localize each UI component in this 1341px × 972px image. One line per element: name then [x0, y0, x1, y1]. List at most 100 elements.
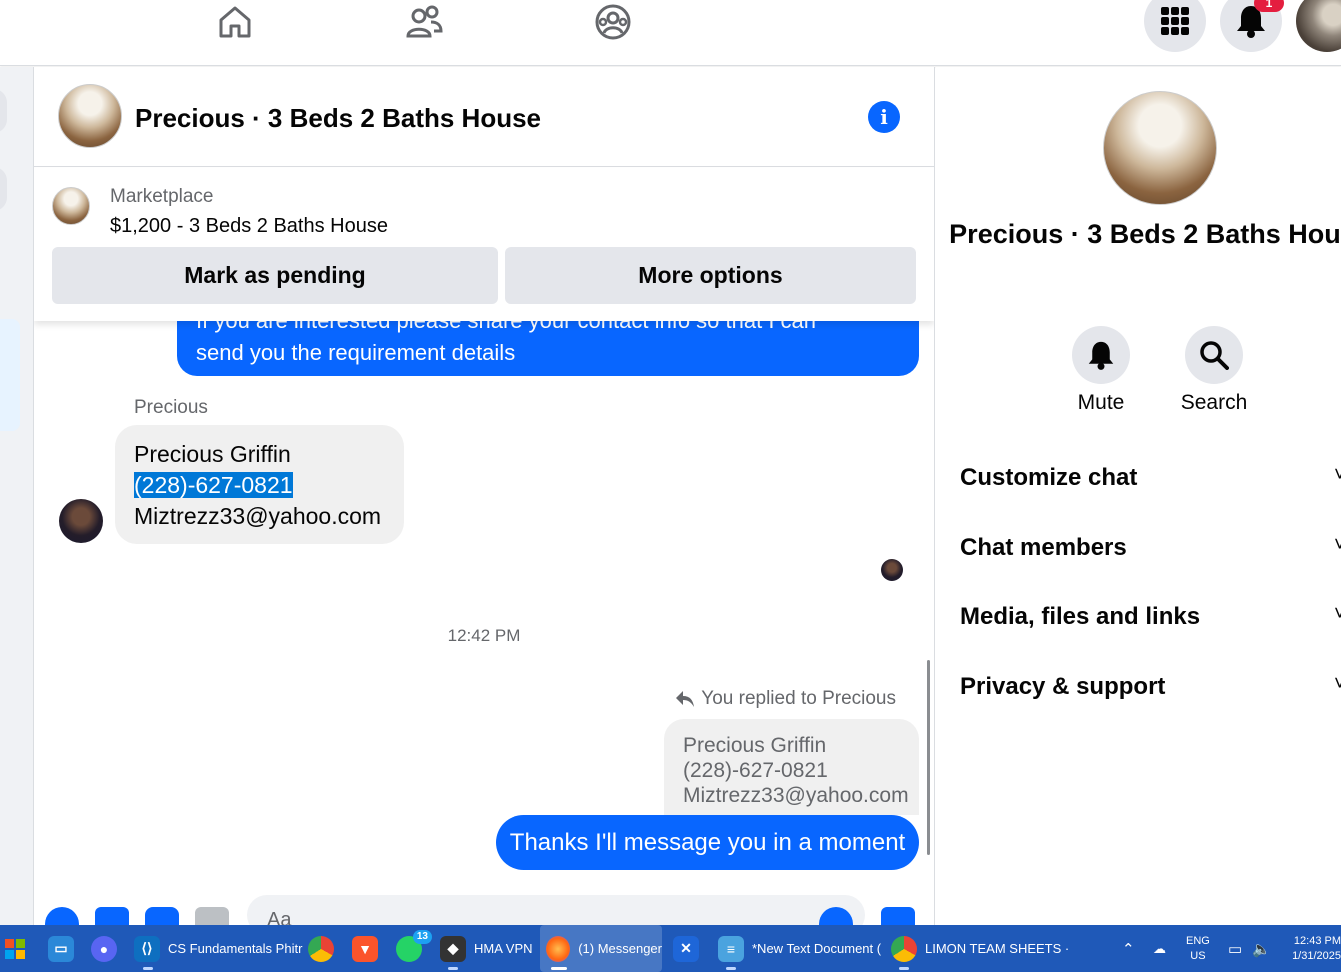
listing-thumbnail[interactable] — [52, 187, 90, 225]
brave-icon: ▼ — [352, 935, 378, 962]
search-icon — [1200, 341, 1229, 370]
chat-list-selected-edge[interactable] — [0, 319, 20, 431]
taskbar-label: (1) Messenger — [578, 941, 662, 956]
message-input[interactable]: Aa — [247, 895, 865, 925]
region-code: US — [1190, 949, 1206, 962]
search-label: Search — [1180, 391, 1248, 414]
reply-arrow-icon — [676, 691, 695, 707]
marketplace-label: Marketplace — [110, 186, 214, 207]
conversation-header: Precious · 3 Beds 2 Baths House i — [34, 67, 934, 167]
groups-icon[interactable] — [593, 2, 633, 42]
windows-icon — [5, 938, 25, 959]
whatsapp-badge: 13 — [412, 929, 432, 944]
discord-button[interactable]: ● — [91, 925, 117, 972]
listing-price[interactable]: $1,200 - 3 Beds 2 Baths House — [110, 215, 388, 238]
composer-bar: Aa — [34, 887, 934, 925]
running-indicator — [448, 967, 458, 970]
chat-list-item-edge[interactable] — [0, 167, 7, 211]
contact-phone[interactable]: (228)-627-0821 — [134, 472, 293, 498]
contact-email[interactable]: Miztrezz33@yahoo.com — [134, 503, 381, 530]
mute-label: Mute — [1077, 391, 1125, 414]
quoted-line: (228)-627-0821 — [683, 759, 828, 782]
start-button[interactable] — [4, 925, 26, 972]
active-indicator — [551, 967, 567, 970]
chrome-button[interactable] — [308, 925, 334, 972]
running-indicator — [726, 967, 736, 970]
info-icon[interactable]: i — [868, 101, 900, 133]
menu-grid-icon — [1161, 7, 1189, 35]
quoted-line: Miztrezz33@yahoo.com — [683, 784, 909, 807]
section-media-files-links[interactable]: Media, files and links — [960, 603, 1200, 631]
discord-icon: ● — [91, 935, 117, 962]
network-icon[interactable]: ▭ — [1228, 925, 1242, 972]
conversation-details-panel: Precious · 3 Beds 2 Baths House Mute Sea… — [936, 67, 1341, 925]
taskbar-vscode[interactable]: ⟨⟩ CS Fundamentals Phitr — [134, 925, 302, 972]
bell-icon — [1088, 341, 1114, 370]
listing-avatar-large[interactable] — [1103, 91, 1217, 205]
quoted-line: Precious Griffin — [683, 734, 827, 757]
notepad-icon: ≡ — [718, 935, 744, 962]
clock-time: 12:43 PM — [1293, 934, 1341, 947]
section-privacy-support[interactable]: Privacy & support — [960, 673, 1165, 701]
clock[interactable]: 12:43 PM 1/31/2025 — [1280, 925, 1341, 972]
scrollbar[interactable] — [927, 660, 930, 855]
chevron-down-icon[interactable]: ˅ — [1334, 603, 1341, 626]
notifications-button[interactable]: 1 — [1220, 0, 1284, 52]
whatsapp-icon: 13 — [396, 929, 432, 962]
conversation-panel: Precious · 3 Beds 2 Baths House i Market… — [33, 67, 935, 925]
conversation-title[interactable]: Precious · 3 Beds 2 Baths House — [135, 103, 541, 134]
quoted-message[interactable]: Precious Griffin (228)-627-0821 Miztrezz… — [664, 719, 919, 815]
taskbar-messenger[interactable]: (1) Messenger — [540, 925, 662, 972]
sender-avatar[interactable] — [59, 499, 103, 543]
plus-icon[interactable] — [45, 907, 79, 925]
chat-list-item-edge[interactable] — [0, 89, 7, 133]
language-code: ENG — [1186, 934, 1210, 947]
running-indicator — [899, 967, 909, 970]
taskbar-app[interactable]: ✕ — [673, 925, 699, 972]
outgoing-message[interactable]: Thanks I'll message you in a moment — [496, 815, 919, 870]
marketplace-card: Marketplace $1,200 - 3 Beds 2 Baths Hous… — [34, 168, 934, 321]
section-chat-members[interactable]: Chat members — [960, 534, 1127, 562]
message-text: send you the requirement details — [196, 340, 516, 365]
app-icon: ✕ — [673, 935, 699, 962]
brave-button[interactable]: ▼ — [352, 925, 378, 972]
search-button[interactable] — [1185, 326, 1243, 384]
mark-as-pending-button[interactable]: Mark as pending — [52, 247, 498, 304]
listing-avatar[interactable] — [58, 84, 122, 148]
hma-icon: ◆ — [440, 935, 466, 962]
onedrive-icon[interactable]: ☁ — [1153, 925, 1166, 972]
volume-icon[interactable]: 🔈 — [1252, 925, 1271, 972]
chrome-icon — [891, 935, 917, 962]
friends-icon[interactable] — [404, 2, 444, 42]
language-indicator[interactable]: ENG US — [1186, 925, 1210, 972]
chat-list-edge — [0, 67, 33, 925]
reply-indicator: You replied to Precious — [675, 688, 896, 710]
taskbar-label: *New Text Document ( — [752, 941, 882, 956]
whatsapp-button[interactable]: 13 — [396, 925, 432, 972]
top-navigation: 1 — [0, 0, 1341, 66]
chevron-down-icon[interactable]: ˅ — [1334, 673, 1341, 696]
running-indicator — [143, 967, 153, 970]
taskbar-limon-sheets[interactable]: LIMON TEAM SHEETS · — [891, 925, 1069, 972]
image-icon[interactable] — [95, 907, 129, 925]
gif-icon[interactable] — [195, 907, 229, 925]
notification-badge: 1 — [1254, 0, 1284, 12]
taskbar-notepad[interactable]: ≡ *New Text Document ( — [718, 925, 881, 972]
chrome-icon — [308, 935, 334, 962]
mute-button[interactable] — [1072, 326, 1130, 384]
message-timestamp: 12:42 PM — [447, 626, 521, 645]
sticker-icon[interactable] — [145, 907, 179, 925]
firefox-icon — [546, 935, 571, 962]
like-icon[interactable] — [881, 907, 915, 925]
menu-grid-button[interactable] — [1144, 0, 1206, 52]
chevron-down-icon[interactable]: ˅ — [1334, 534, 1341, 557]
profile-avatar[interactable] — [1296, 0, 1341, 52]
more-options-button[interactable]: More options — [505, 247, 916, 304]
chevron-up-icon[interactable]: ⌃ — [1122, 925, 1135, 972]
taskbar-hma-vpn[interactable]: ◆ HMA VPN — [440, 925, 533, 972]
home-icon[interactable] — [215, 2, 255, 42]
section-customize-chat[interactable]: Customize chat — [960, 464, 1137, 492]
widgets-button[interactable]: ▭ — [48, 925, 74, 972]
incoming-message[interactable]: Precious Griffin (228)-627-0821 Miztrezz… — [115, 425, 404, 544]
chevron-down-icon[interactable]: ˅ — [1334, 464, 1341, 487]
